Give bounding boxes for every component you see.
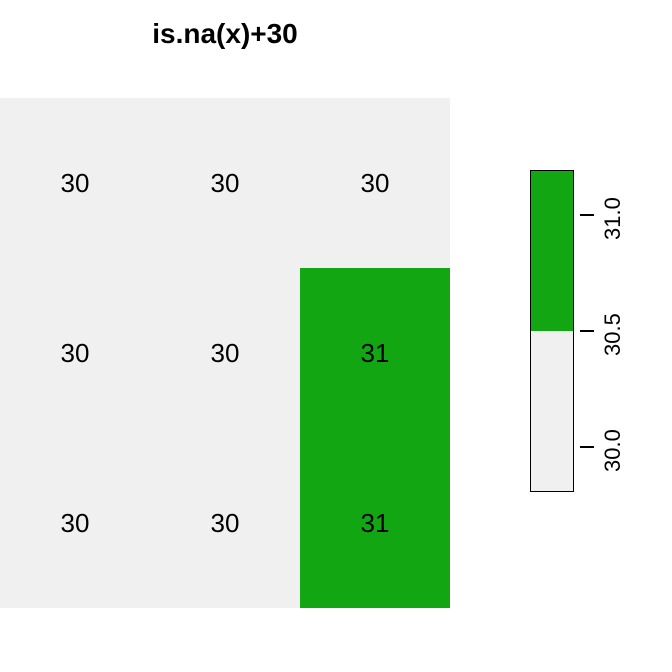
legend-label-30: 30.0 — [600, 429, 626, 472]
legend-tick-305 — [580, 330, 594, 332]
cell-1-0: 30 — [0, 268, 150, 438]
legend-tick-30 — [580, 446, 594, 448]
cell-0-0: 30 — [0, 98, 150, 268]
legend-tick-31 — [580, 214, 594, 216]
cell-2-0: 30 — [0, 438, 150, 608]
cell-0-2: 30 — [300, 98, 450, 268]
cell-2-1: 30 — [150, 438, 300, 608]
legend-low — [531, 331, 573, 491]
legend-label-305: 30.5 — [600, 313, 626, 356]
cell-1-1: 30 — [150, 268, 300, 438]
heatmap-grid: 30 30 30 30 30 31 30 30 31 — [0, 98, 450, 608]
legend-high — [531, 171, 573, 331]
chart-title: is.na(x)+30 — [0, 18, 450, 50]
legend-axis — [572, 170, 573, 490]
cell-0-1: 30 — [150, 98, 300, 268]
legend-label-31: 31.0 — [600, 197, 626, 240]
color-legend — [530, 170, 574, 492]
cell-2-2: 31 — [300, 438, 450, 608]
cell-1-2: 31 — [300, 268, 450, 438]
